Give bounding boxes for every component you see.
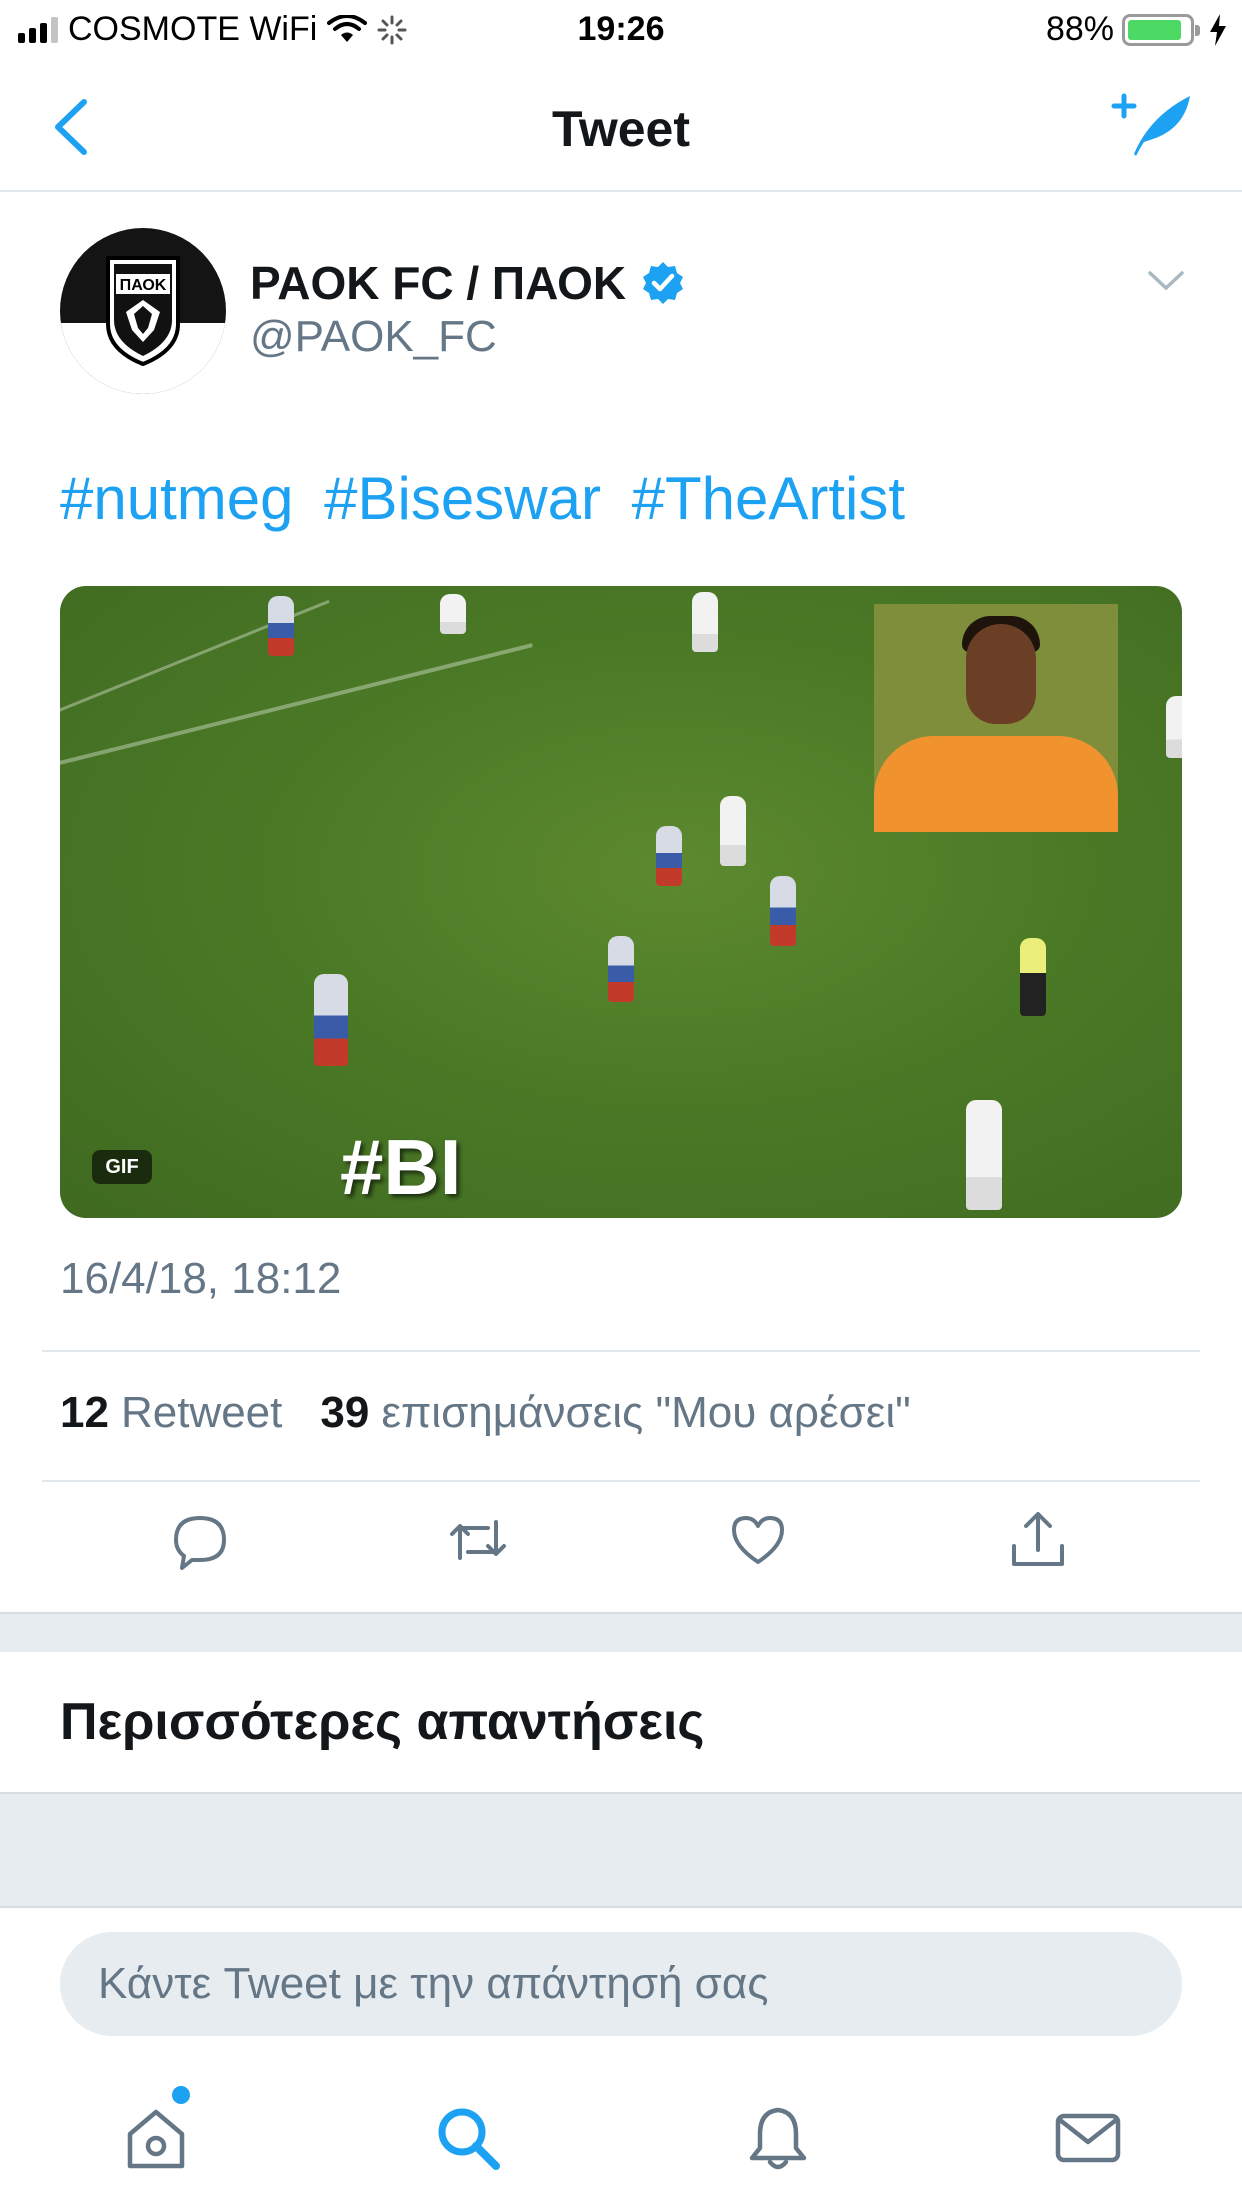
player-figure xyxy=(966,1100,1002,1210)
messages-icon[interactable] xyxy=(1052,2102,1124,2174)
status-right: 88% xyxy=(1046,10,1228,49)
player-figure xyxy=(314,974,348,1066)
reaction-inset-image xyxy=(874,604,1118,832)
reply-input[interactable]: Κάντε Tweet με την απάντησή σας xyxy=(60,1932,1182,2036)
avatar[interactable]: ΠΑΟΚ xyxy=(60,228,226,394)
retweet-count[interactable]: 12 xyxy=(60,1388,109,1438)
tweet-actions xyxy=(0,1510,1242,1590)
status-bar: COSMOTE WiFi 19:26 88% xyxy=(0,0,1242,64)
section-separator xyxy=(0,1612,1242,1652)
media-overlay-text: #BI xyxy=(340,1123,462,1211)
player-figure xyxy=(268,596,294,656)
search-icon[interactable] xyxy=(432,2102,504,2174)
compose-tweet-icon[interactable] xyxy=(1110,90,1194,162)
tweet-media-gif[interactable]: GIF #BI xyxy=(60,586,1182,1218)
share-icon[interactable] xyxy=(1008,1510,1068,1570)
player-figure xyxy=(770,876,796,946)
nav-bar: Tweet xyxy=(0,64,1242,192)
author-handle[interactable]: @PAOK_FC xyxy=(250,312,497,362)
replies-empty-area xyxy=(0,1792,1242,1906)
retweet-icon[interactable] xyxy=(448,1510,508,1570)
referee-figure xyxy=(1020,938,1046,1016)
player-figure xyxy=(608,936,634,1002)
reply-icon[interactable] xyxy=(170,1510,230,1570)
hashtag-link[interactable]: #Biseswar xyxy=(324,465,601,532)
tweet-text: #nutmeg #Biseswar #TheArtist xyxy=(60,464,919,533)
player-figure xyxy=(720,796,746,866)
divider xyxy=(42,1480,1200,1482)
paok-crest-icon: ΠΑΟΚ xyxy=(106,256,180,366)
home-notification-dot xyxy=(172,2086,190,2104)
like-label[interactable]: επισημάνσεις "Μου αρέσει" xyxy=(381,1388,910,1438)
charging-bolt-icon xyxy=(1210,13,1226,46)
svg-text:ΠΑΟΚ: ΠΑΟΚ xyxy=(120,277,167,294)
page-title: Tweet xyxy=(552,101,690,157)
battery-icon xyxy=(1122,13,1200,46)
tweet-timestamp: 16/4/18, 18:12 xyxy=(60,1254,342,1303)
player-figure xyxy=(656,826,682,886)
player-figure xyxy=(692,592,718,652)
author-name-text: PAOK FC / ΠΑΟΚ xyxy=(250,257,627,309)
player-figure xyxy=(1166,696,1182,758)
hashtag-link[interactable]: #TheArtist xyxy=(632,465,905,532)
author-name[interactable]: PAOK FC / ΠΑΟΚ xyxy=(250,256,686,310)
hashtag-link[interactable]: #nutmeg xyxy=(60,465,294,532)
gif-badge: GIF xyxy=(92,1150,152,1184)
tweet-stats: 12 Retweet 39 επισημάνσεις "Μου αρέσει" xyxy=(60,1388,911,1438)
chevron-down-icon[interactable] xyxy=(1146,268,1186,294)
verified-badge-icon xyxy=(643,262,684,304)
player-figure xyxy=(440,594,466,634)
notifications-icon[interactable] xyxy=(742,2102,814,2174)
divider xyxy=(42,1350,1200,1352)
like-icon[interactable] xyxy=(728,1510,788,1570)
retweet-label[interactable]: Retweet xyxy=(121,1388,282,1438)
battery-percent: 88% xyxy=(1045,10,1114,48)
like-count[interactable]: 39 xyxy=(320,1388,369,1438)
more-replies-heading: Περισσότερες απαντήσεις xyxy=(60,1693,705,1751)
home-icon[interactable] xyxy=(120,2102,192,2174)
